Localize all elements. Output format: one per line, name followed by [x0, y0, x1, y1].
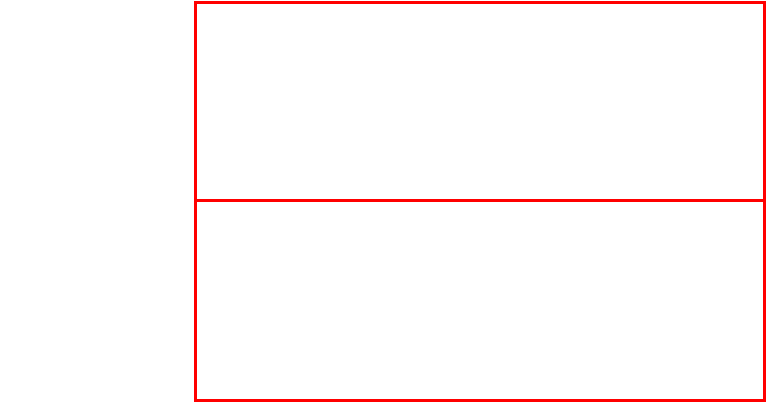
top-outlined-box: [194, 1, 766, 202]
bottom-outlined-box: [194, 199, 766, 402]
